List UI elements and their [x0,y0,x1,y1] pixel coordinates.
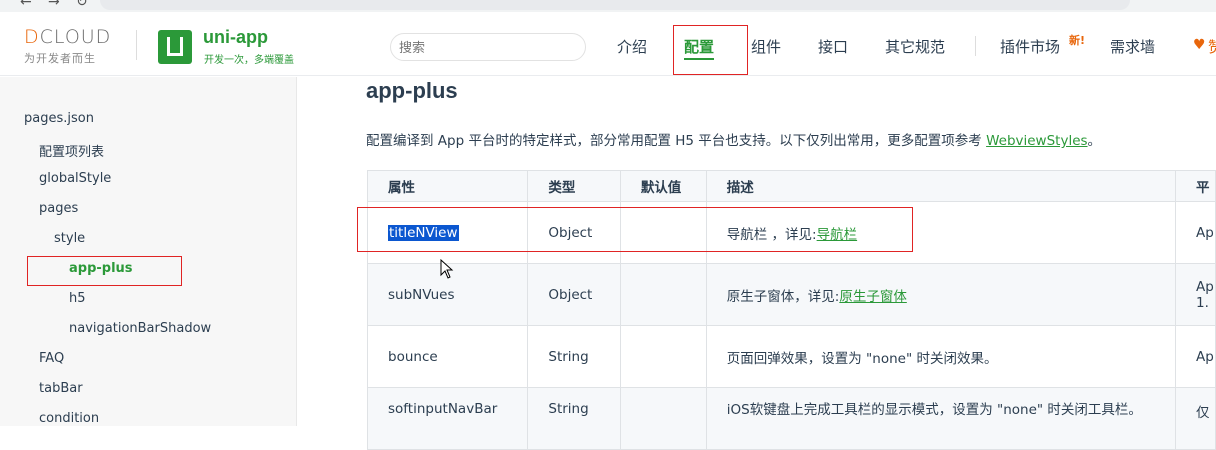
reload-icon[interactable]: ↻ [76,0,88,10]
sidebar-item-faq[interactable]: FAQ [39,351,64,366]
forward-arrow-icon[interactable]: → [48,0,60,10]
description-text: 导航栏 ，详见: [726,226,817,243]
cell-platform: Ap 1. [1175,263,1216,326]
sidebar-item-navigationbarshadow[interactable]: navigationBarShadow [69,321,211,336]
navbar-link[interactable]: 导航栏 [817,227,858,243]
dcloud-logo[interactable]: DCLOUD 为开发者而生 [24,26,120,66]
description-text: 原生子窗体，详见: [726,288,840,305]
nav-other-specs[interactable]: 其它规范 [885,36,945,57]
nav-api[interactable]: 接口 [818,36,848,57]
cell-property[interactable]: titleNView [366,201,529,264]
cell-default [619,201,707,264]
selected-property-text[interactable]: titleNView [388,224,459,241]
cell-description: iOS软键盘上完成工具栏的显示模式，设置为 "none" 时关闭工具栏。 [705,387,1177,450]
properties-table: 属性 类型 默认值 描述 平 titleNView Object 导航栏 ，详见… [366,170,1216,450]
sidebar-item-style[interactable]: style [54,231,85,246]
sidebar-item-pages-json[interactable]: pages.json [24,111,94,126]
nav-intro[interactable]: 介绍 [617,36,647,57]
mouse-cursor-icon [440,259,454,279]
cell-type: String [527,325,621,388]
dcloud-tagline: 为开发者而生 [24,52,96,65]
column-header-description: 描述 [705,170,1177,202]
uni-app-logo-icon[interactable] [158,30,192,64]
search-input[interactable] [390,33,586,61]
heart-label[interactable]: 赞 [1208,36,1216,57]
cell-description: 导航栏 ，详见:导航栏 [705,201,1177,264]
column-header-property: 属性 [366,170,529,202]
cell-description: 原生子窗体，详见:原生子窗体 [705,263,1177,326]
table-row: titleNView Object 导航栏 ，详见:导航栏 Ap [366,201,1216,264]
site-header: DCLOUD 为开发者而生 uni-app 开发一次，多端覆盖 介绍 配置 组件… [0,12,1216,76]
heart-icon[interactable]: ♥ [1193,37,1206,53]
cell-property: bounce [366,325,529,388]
table-row: subNVues Object 原生子窗体，详见:原生子窗体 Ap 1. [366,263,1216,326]
sidebar-item-condition[interactable]: condition [39,411,99,426]
nav-plugin-market[interactable]: 插件市场 [1000,36,1060,57]
uni-app-subtitle: 开发一次，多端覆盖 [204,55,294,66]
sidebar: pages.json 配置项列表 globalStyle pages style… [0,77,297,426]
intro-text: 配置编译到 App 平台时的特定样式，部分常用配置 H5 平台也支持。以下仅列出… [366,133,987,149]
platform-text-2: 1. [1196,294,1209,311]
cell-platform: 仅 [1175,387,1216,450]
table-row: softinputNavBar String iOS软键盘上完成工具栏的显示模式… [366,387,1216,450]
intro-end: 。 [1087,133,1102,149]
cell-default [619,325,707,388]
nav-divider [975,36,976,56]
dcloud-brand-d: D [24,26,40,48]
sidebar-item-app-plus[interactable]: app-plus [69,261,133,276]
cell-default [619,263,707,326]
cell-type: Object [527,263,621,326]
page-title: app-plus [366,78,458,103]
sidebar-item-config-list[interactable]: 配置项列表 [39,141,104,160]
uni-app-title[interactable]: uni-app [203,27,268,48]
cell-default [619,387,707,450]
nav-requirement-wall[interactable]: 需求墙 [1110,36,1155,57]
cell-platform: Ap [1175,325,1216,388]
sidebar-item-h5[interactable]: h5 [69,291,86,306]
column-header-type: 类型 [527,170,621,202]
back-arrow-icon[interactable]: ← [20,0,32,10]
cell-type: Object [527,201,621,264]
native-subwindow-link[interactable]: 原生子窗体 [839,289,907,305]
nav-config[interactable]: 配置 [684,36,715,60]
nav-components[interactable]: 组件 [751,36,781,57]
logo-divider [136,30,137,60]
table-row: bounce String 页面回弹效果，设置为 "none" 时关闭效果。 A… [366,325,1216,388]
address-bar[interactable] [100,0,1130,10]
cell-description: 页面回弹效果，设置为 "none" 时关闭效果。 [705,325,1177,388]
sidebar-item-tabbar[interactable]: tabBar [39,381,83,396]
sidebar-item-pages[interactable]: pages [39,201,78,216]
cell-property: softinputNavBar [366,387,529,450]
browser-toolbar: ← → ↻ [0,0,1216,12]
platform-text: Ap [1196,278,1214,295]
dcloud-brand-text: CLOUD [39,26,112,48]
new-badge: 新! [1069,34,1086,47]
table-header-row: 属性 类型 默认值 描述 平 [366,170,1216,202]
sidebar-item-globalstyle[interactable]: globalStyle [39,171,111,186]
webviewstyles-link[interactable]: WebviewStyles [986,133,1087,149]
cell-type: String [527,387,621,450]
column-header-platform: 平 [1175,170,1216,202]
column-header-default: 默认值 [619,170,707,202]
cell-platform: Ap [1175,201,1216,264]
intro-paragraph: 配置编译到 App 平台时的特定样式，部分常用配置 H5 平台也支持。以下仅列出… [366,129,1101,149]
